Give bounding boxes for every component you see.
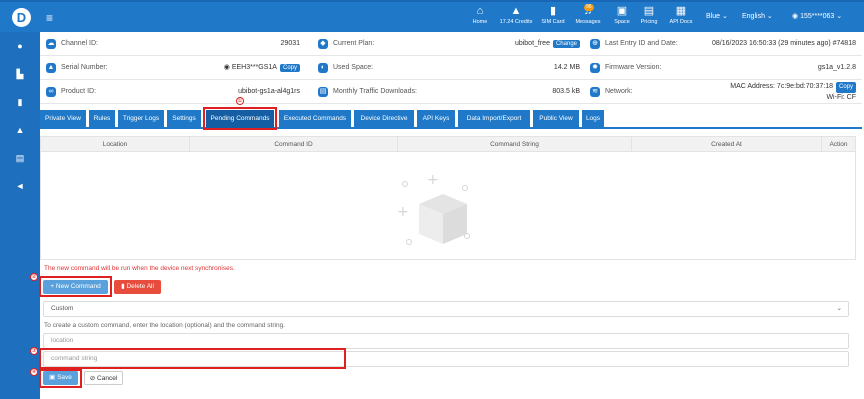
- space-icon: ▣: [616, 5, 628, 17]
- tab-api-keys[interactable]: API Keys: [417, 110, 455, 128]
- nav-api-docs[interactable]: ▦ API Docs: [666, 5, 696, 31]
- col-command-id: Command ID: [189, 137, 397, 152]
- chevron-down-icon: ⌄: [836, 13, 843, 20]
- sync-notice: The new command will be run when the dev…: [44, 265, 235, 272]
- tag-icon: ◆: [318, 38, 328, 49]
- copy-serial-button[interactable]: Copy: [279, 64, 300, 72]
- col-location: Location: [102, 141, 128, 148]
- empty-box-icon: + +: [397, 172, 470, 245]
- table-header: Location Command ID Command String Creat…: [40, 136, 856, 152]
- sim-icon: ▮: [549, 5, 557, 17]
- sidebar: ● ▙ ▮ ▲ ▤ ◄: [0, 32, 40, 399]
- nav-sim-card[interactable]: ▮ SIM Card: [538, 5, 568, 31]
- firmware-version: gs1a_v1.2.8: [817, 64, 856, 71]
- highlight-new-command: [39, 276, 112, 297]
- form-hint: To create a custom command, enter the lo…: [44, 322, 285, 329]
- location-input[interactable]: location: [43, 333, 849, 349]
- menu-icon[interactable]: ≡: [46, 11, 53, 25]
- command-type-select[interactable]: Custom ⌄: [43, 301, 849, 317]
- nav-messages[interactable]: ♫ 96 Messages: [572, 4, 604, 31]
- last-entry: 08/16/2023 16:50:33 (29 minutes ago) #74…: [711, 40, 856, 47]
- change-plan-button[interactable]: Change: [552, 39, 580, 48]
- network-info: MAC Address: 7c:9e:bd:70:37:18 Copy Wi-Fi:…: [730, 82, 856, 101]
- tab-settings[interactable]: Settings: [167, 110, 201, 128]
- home-icon[interactable]: ●: [0, 41, 40, 51]
- pricing-icon: ▤: [643, 5, 655, 17]
- user-menu[interactable]: ◉ 155****063 ⌄: [792, 12, 842, 20]
- chevron-down-icon: ⌄: [836, 305, 842, 312]
- monthly-traffic: 803.5 kB: [552, 88, 580, 95]
- megaphone-icon[interactable]: ◄: [0, 181, 40, 191]
- user-icon[interactable]: ▲: [0, 125, 40, 135]
- serial-icon: ▲: [46, 62, 56, 73]
- highlight-command-string: [39, 348, 346, 369]
- col-command-string: Command String: [397, 137, 631, 152]
- eye-icon[interactable]: ◉: [224, 64, 232, 71]
- delete-all-button[interactable]: ▮ Delete All: [114, 280, 161, 294]
- tab-executed-commands[interactable]: Executed Commands: [279, 110, 351, 128]
- current-plan: ubibot_free Change: [515, 39, 580, 48]
- chart-icon[interactable]: ▙: [0, 69, 40, 80]
- cancel-icon: ⊘: [89, 375, 96, 382]
- list-icon[interactable]: ▤: [0, 153, 40, 164]
- info-row-1: ☁ Channel ID: 29031 ◆ Current Plan: ubib…: [40, 32, 862, 56]
- nav-space[interactable]: ▣ Space: [610, 5, 634, 31]
- wifi-icon: ≋: [590, 86, 600, 97]
- tab-public-view[interactable]: Public View: [533, 110, 579, 128]
- link-icon: ∞: [46, 86, 56, 97]
- tab-bar: Private View Rules Trigger Logs Settings…: [40, 107, 862, 129]
- step-marker-4: ④: [30, 368, 38, 376]
- app-window: D ≡ ⌂ Home ▲ 17.24 Credits ▮ SIM Card ♫ 96 Me…: [0, 0, 864, 399]
- table-body: + +: [40, 152, 856, 260]
- step-marker-3: ③: [30, 347, 38, 355]
- cancel-button[interactable]: ⊘ Cancel: [84, 371, 123, 385]
- credits-icon: ▲: [510, 5, 522, 17]
- step-marker-1: ①: [236, 97, 244, 105]
- logo[interactable]: D: [12, 8, 31, 27]
- top-bar: D ≡ ⌂ Home ▲ 17.24 Credits ▮ SIM Card ♫ 96 Me…: [0, 0, 864, 32]
- channel-id: 29031: [280, 40, 300, 47]
- tab-data-import-export[interactable]: Data Import/Export: [458, 110, 530, 128]
- tab-trigger-logs[interactable]: Trigger Logs: [118, 110, 164, 128]
- col-action: Action: [821, 137, 855, 152]
- chevron-down-icon: ⌄: [766, 13, 773, 20]
- step-marker-2: ②: [30, 273, 38, 281]
- info-row-3: ∞ Product ID: ubibot-gs1a-al4g1rs ▤ Mont…: [40, 80, 862, 104]
- highlight-save: [39, 369, 82, 388]
- nav-credits[interactable]: ▲ 17.24 Credits: [498, 5, 534, 31]
- messages-badge: 96: [584, 4, 594, 11]
- used-space: 14.2 MB: [553, 64, 580, 71]
- svg-text:+: +: [397, 204, 409, 220]
- nav-home[interactable]: ⌂ Home: [466, 5, 494, 31]
- globe-icon: ⊕: [590, 38, 600, 49]
- tab-device-directive[interactable]: Device Directive: [354, 110, 414, 128]
- info-row-2: ▲ Serial Number: ◉ EEH3***GS1A Copy ◐ Use…: [40, 56, 862, 80]
- chevron-down-icon: ⌄: [721, 13, 728, 20]
- nav-pricing[interactable]: ▤ Pricing: [636, 5, 662, 31]
- highlight-pending-tab: [203, 107, 277, 130]
- cloud-icon: ☁: [46, 38, 56, 49]
- copy-mac-button[interactable]: Copy: [835, 82, 856, 93]
- col-created-at: Created At: [631, 137, 821, 152]
- home-icon: ⌂: [476, 5, 484, 17]
- tab-logs[interactable]: Logs: [582, 110, 604, 128]
- svg-text:+: +: [427, 172, 439, 188]
- gear-icon: ✹: [590, 62, 600, 73]
- tab-private-view[interactable]: Private View: [40, 110, 86, 128]
- trash-icon: ▮: [121, 283, 125, 290]
- language-select[interactable]: English ⌄: [742, 12, 773, 20]
- user-icon: ◉: [792, 13, 799, 20]
- product-id: ubibot-gs1a-al4g1rs: [238, 88, 300, 95]
- theme-select[interactable]: Blue ⌄: [706, 12, 728, 20]
- document-icon: ▤: [318, 86, 328, 97]
- bookmark-icon[interactable]: ▮: [0, 97, 40, 108]
- docs-icon: ▦: [675, 5, 687, 17]
- serial-number: ◉ EEH3***GS1A Copy: [224, 63, 300, 72]
- pie-icon: ◐: [318, 62, 328, 73]
- tab-rules[interactable]: Rules: [89, 110, 115, 128]
